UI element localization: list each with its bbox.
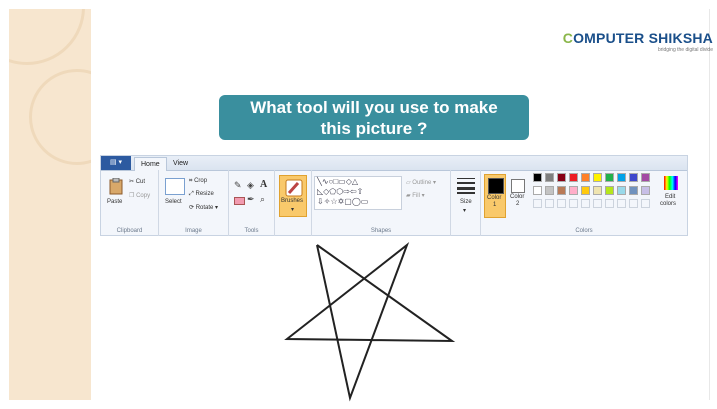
colors-group: Color 1 Color 2 Edit colors Colors — [481, 170, 687, 236]
color-swatch[interactable] — [569, 186, 578, 195]
tab-home[interactable]: Home — [134, 157, 167, 171]
question-line-1: What tool will you use to make — [250, 98, 498, 117]
color2-swatch — [511, 179, 525, 193]
crop-button[interactable]: ⌗ Crop — [189, 178, 207, 185]
image-group: Select ⌗ Crop ⤢ Resize ⟳ Rotate ▾ Image — [159, 170, 229, 236]
image-group-label: Image — [185, 228, 202, 234]
brand-logo: COMPUTER SHIKSHA bridging the digital di… — [562, 30, 713, 53]
color-swatch[interactable] — [581, 186, 590, 195]
select-icon — [165, 178, 185, 195]
crop-icon: ⌗ — [189, 178, 193, 184]
color-swatch[interactable] — [533, 186, 542, 195]
cut-button[interactable]: ✂ Cut — [129, 178, 145, 185]
outline-icon: ▱ — [406, 180, 411, 186]
color-swatch[interactable] — [569, 173, 578, 182]
shapes-group-label: Shapes — [370, 228, 392, 234]
rotate-button[interactable]: ⟳ Rotate ▾ — [189, 204, 218, 211]
color-swatch[interactable] — [581, 173, 590, 182]
star-outline — [284, 242, 456, 402]
eraser-icon[interactable] — [234, 197, 245, 205]
color-swatch[interactable] — [593, 199, 602, 208]
pencil-icon[interactable]: ✎ — [234, 180, 242, 191]
edit-colors-icon — [664, 176, 678, 190]
star-drawing — [284, 242, 456, 402]
color-swatch[interactable] — [641, 199, 650, 208]
select-button[interactable]: Select — [165, 199, 182, 205]
resize-button[interactable]: ⤢ Resize — [189, 191, 214, 198]
color-swatch[interactable] — [617, 199, 626, 208]
tools-group-label: Tools — [244, 228, 259, 234]
question-line-2: this picture ? — [320, 119, 428, 138]
color-swatch[interactable] — [533, 199, 542, 208]
color-picker-icon[interactable]: ✒ — [247, 194, 255, 205]
size-button[interactable]: Size — [460, 199, 472, 205]
color1-swatch — [488, 178, 504, 194]
color-swatch[interactable] — [593, 173, 602, 182]
color-swatch[interactable] — [557, 186, 566, 195]
color-swatch[interactable] — [593, 186, 602, 195]
copy-icon: ❐ — [129, 193, 135, 199]
color-swatch[interactable] — [569, 199, 578, 208]
resize-icon: ⤢ — [189, 191, 194, 197]
color-swatch[interactable] — [629, 173, 638, 182]
paint-ribbon: ▤ ▾ Home View Paste ✂ Cut ❐ Copy Clipboa… — [100, 155, 688, 236]
color-swatch[interactable] — [617, 186, 626, 195]
tab-view[interactable]: View — [167, 157, 194, 170]
color-swatch[interactable] — [557, 199, 566, 208]
color-swatch[interactable] — [641, 186, 650, 195]
color-swatch[interactable] — [617, 173, 626, 182]
color-swatch[interactable] — [545, 199, 554, 208]
edit-colors-button[interactable]: Edit — [665, 194, 675, 200]
question-banner: What tool will you use to make this pict… — [219, 95, 529, 140]
color-swatch[interactable] — [641, 173, 650, 182]
color-swatch[interactable] — [629, 199, 638, 208]
file-menu-button[interactable]: ▤ ▾ — [101, 156, 131, 170]
size-group[interactable]: Size ▾ — [451, 170, 481, 236]
color-swatch[interactable] — [533, 173, 542, 182]
color-swatch[interactable] — [629, 186, 638, 195]
clipboard-group-label: Clipboard — [116, 228, 143, 234]
size-icon — [457, 178, 475, 194]
copy-button[interactable]: ❐ Copy — [129, 192, 150, 199]
logo-tagline: bridging the digital divide — [657, 47, 713, 53]
magnifier-icon[interactable]: ⌕ — [260, 194, 265, 205]
shapes-gallery[interactable]: ╲∿○□▭◇△ ◺◇⬠⬡⇨⇦⇧ ⇩✧☆✡▢◯▭ — [314, 176, 402, 210]
ribbon-tab-bar: ▤ ▾ Home View — [101, 156, 687, 171]
color-swatch[interactable] — [545, 186, 554, 195]
scissors-icon: ✂ — [129, 179, 135, 185]
brush-icon — [285, 179, 303, 197]
color2-button[interactable]: Color 2 — [508, 174, 530, 218]
color-swatch[interactable] — [581, 199, 590, 208]
brushes-button[interactable]: Brushes ▾ — [279, 175, 307, 217]
color-palette — [533, 173, 663, 218]
text-tool-icon[interactable]: A — [260, 179, 267, 190]
color-swatch[interactable] — [545, 173, 554, 182]
color-swatch[interactable] — [605, 199, 614, 208]
clipboard-icon — [109, 178, 123, 195]
outline-dropdown[interactable]: ▱ Outline ▾ — [406, 179, 436, 186]
color1-button[interactable]: Color 1 — [484, 174, 506, 218]
color-swatch[interactable] — [557, 173, 566, 182]
clipboard-group: Paste ✂ Cut ❐ Copy Clipboard — [101, 170, 159, 236]
shapes-group: ╲∿○□▭◇△ ◺◇⬠⬡⇨⇦⇧ ⇩✧☆✡▢◯▭ ▱ Outline ▾ ▰ Fi… — [311, 170, 451, 236]
fill-icon: ▰ — [406, 193, 411, 199]
rotate-icon: ⟳ — [189, 205, 195, 211]
fill-bucket-icon[interactable]: ◈ — [247, 180, 254, 191]
paste-button[interactable]: Paste — [107, 199, 122, 205]
tools-group: ✎ ◈ A ✒ ⌕ Tools — [229, 170, 275, 236]
fill-dropdown[interactable]: ▰ Fill ▾ — [406, 192, 425, 199]
color-swatch[interactable] — [605, 173, 614, 182]
colors-group-label: Colors — [575, 228, 593, 234]
color-swatch[interactable] — [605, 186, 614, 195]
